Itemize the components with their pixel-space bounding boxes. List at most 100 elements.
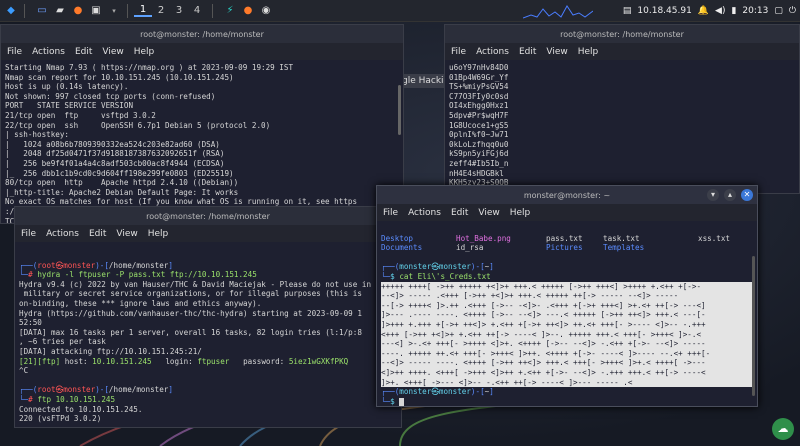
window-titlebar[interactable]: root@monster: /home/monster xyxy=(1,25,403,43)
terminal-output[interactable]: Desktop Hot_Babe.png pass.txt task.txt xss.t… xyxy=(377,221,757,406)
window-titlebar[interactable]: root@monster: /home/monster xyxy=(445,25,799,43)
output-line: 52:50 xyxy=(19,318,42,328)
workspace-1[interactable]: 1 xyxy=(134,4,152,17)
dropdown-icon[interactable]: ▾ xyxy=(107,2,121,20)
output-line: | 256 be9f4f01a4a4c8adf503cb00ac8f4944 (… xyxy=(5,158,225,168)
creds-output: +++++ ++++[ ->++ +++++ +<]>+ +++.< +++++… xyxy=(381,281,753,388)
ftp-output-line: Connected to 10.10.151.245. xyxy=(19,404,143,414)
menu-actions[interactable]: Actions xyxy=(408,208,441,218)
chat-icon[interactable]: ☁ xyxy=(772,418,794,440)
output-line: Host is up (0.14s latency). xyxy=(5,82,129,92)
ls-entry: Documents xyxy=(381,243,423,253)
output-line: OI4xEhgg0Hxz1 xyxy=(449,101,509,111)
workspace-4[interactable]: 4 xyxy=(188,5,206,16)
window-titlebar[interactable]: root@monster: /home/monster xyxy=(15,207,401,225)
output-line: | ssh-hostkey: xyxy=(5,130,70,140)
ip-address: 10.18.45.91 xyxy=(637,6,692,16)
output-line: --<]> ----- ----. <++++ [->++ ++<]> +++.… xyxy=(381,358,753,368)
output-line: Hydra v9.4 (c) 2022 by van Hauser/THC & … xyxy=(19,279,372,289)
ls-entry: pass.txt xyxy=(546,233,583,243)
output-line: 21/tcp open ftp vsftpd 3.0.2 xyxy=(5,110,156,120)
app-firefox-icon[interactable]: ● xyxy=(241,2,255,20)
scrollbar[interactable] xyxy=(752,256,755,396)
output-line: zeff4#Ib5Ib_n xyxy=(449,158,509,168)
window-title: root@monster: /home/monster xyxy=(146,211,270,221)
output-line: 0kLoLzfhqq0u0 xyxy=(449,139,509,149)
file-manager-icon[interactable]: ▰ xyxy=(53,2,67,20)
menu-bar: File Actions Edit View Help xyxy=(445,43,799,60)
terminal-window-keys[interactable]: root@monster: /home/monster File Actions… xyxy=(444,24,800,194)
terminal-window-hydra[interactable]: root@monster: /home/monster File Actions… xyxy=(14,206,402,428)
minimize-icon[interactable]: ▾ xyxy=(707,189,719,201)
menu-file[interactable]: File xyxy=(21,229,36,239)
terminal-output[interactable]: Starting Nmap 7.93 ( https://nmap.org ) … xyxy=(1,60,403,223)
show-desktop-icon[interactable]: ▭ xyxy=(35,2,49,20)
menu-view[interactable]: View xyxy=(478,208,499,218)
battery-icon[interactable]: ▮ xyxy=(731,6,736,16)
result-login: ftpuser xyxy=(197,356,230,366)
menu-view[interactable]: View xyxy=(102,47,123,57)
result-host-label: host: xyxy=(64,356,88,366)
terminal-window-monster[interactable]: monster@monster: ~ ▾ ▴ ✕ File Actions Ed… xyxy=(376,185,758,407)
result-port: [21][ftp] xyxy=(19,356,61,366)
terminal-output[interactable]: u6oY97nHv84D0 01Bp4W69Gr_Yf TS+%miyPsGV54 C… xyxy=(445,60,799,193)
scrollbar[interactable] xyxy=(398,85,401,135)
notifications-icon[interactable]: 🔔 xyxy=(698,6,709,16)
menu-edit[interactable]: Edit xyxy=(451,208,468,218)
terminal-window-nmap[interactable]: root@monster: /home/monster File Actions… xyxy=(0,24,404,224)
window-title: monster@monster: ~ xyxy=(523,190,611,200)
browser-icon[interactable]: ● xyxy=(71,2,85,20)
prompt-host: monster xyxy=(438,262,471,272)
close-icon[interactable]: ✕ xyxy=(741,189,753,201)
ls-entry: Pictures xyxy=(546,243,583,253)
menu-view[interactable]: View xyxy=(546,47,567,57)
workspace-2[interactable]: 2 xyxy=(152,5,170,16)
kali-menu-icon[interactable]: ◆ xyxy=(4,2,18,20)
volume-icon[interactable]: ◀) xyxy=(715,6,725,16)
output-line: <+++ [->++ +<]>+ +.<++ ++[-> ----< ]>--.… xyxy=(381,329,753,340)
app-camera-icon[interactable]: ◉ xyxy=(259,2,273,20)
app-task-icon[interactable]: ⚡ xyxy=(223,2,237,20)
output-line: 22/tcp open ssh OpenSSH 6.7p1 Debian 5 (… xyxy=(5,120,271,130)
output-line: ---<] >-.<+ +++[- >++++ <]>+. <++++ [->-… xyxy=(381,339,753,349)
menu-view[interactable]: View xyxy=(116,229,137,239)
output-line: --<]> ----- .<+++ [->++ +<]>+ +++.< ++++… xyxy=(381,291,753,301)
output-line: ]>+. <+++[ ->--- <]>-- -.<++ ++[-> ----<… xyxy=(381,377,753,388)
network-icon[interactable]: ▤ xyxy=(623,6,632,16)
menu-edit[interactable]: Edit xyxy=(75,47,92,57)
menu-file[interactable]: File xyxy=(451,47,466,57)
menu-help[interactable]: Help xyxy=(578,47,599,57)
output-line: u6oY97nHv84D0 xyxy=(449,63,509,72)
lock-icon[interactable]: ▢ xyxy=(774,6,783,16)
menu-bar: File Actions Edit View Help xyxy=(1,43,403,60)
output-line: [DATA] attacking ftp://10.10.151.245:21/ xyxy=(19,346,202,356)
window-titlebar[interactable]: monster@monster: ~ ▾ ▴ ✕ xyxy=(377,186,757,204)
output-line: |_ 256 dbb1c1b9cd0c9d604ff198e299fe0803 … xyxy=(5,168,234,178)
cursor xyxy=(399,397,405,406)
menu-help[interactable]: Help xyxy=(134,47,155,57)
output-line: kS9pn5yiFGj6d xyxy=(449,149,509,159)
menu-edit[interactable]: Edit xyxy=(89,229,106,239)
terminal-icon[interactable]: ▣ xyxy=(89,2,103,20)
menu-actions[interactable]: Actions xyxy=(46,229,79,239)
terminal-output[interactable]: ┌──(root㉿monster)-[/home/monster] └─# hy… xyxy=(15,242,401,427)
menu-file[interactable]: File xyxy=(7,47,22,57)
menu-actions[interactable]: Actions xyxy=(476,47,509,57)
command-cat: cat Eli\'s_Creds.txt xyxy=(399,271,491,281)
output-line: military or secret service organizations… xyxy=(19,289,362,299)
menu-actions[interactable]: Actions xyxy=(32,47,65,57)
command-hydra: hydra -l ftpuser -P pass.txt ftp://10.10… xyxy=(37,270,257,280)
output-line: --[-> ++++< ]>.++ .<+++ [->-- -<]>- .<++… xyxy=(381,300,753,311)
menu-file[interactable]: File xyxy=(383,208,398,218)
ls-entry: xss.txt xyxy=(698,233,731,243)
menu-help[interactable]: Help xyxy=(148,229,169,239)
power-icon[interactable]: ⏻ xyxy=(789,6,796,16)
clock[interactable]: 20:13 xyxy=(742,6,768,16)
output-line: nH4E4sHDGBkl xyxy=(449,168,504,178)
menu-edit[interactable]: Edit xyxy=(519,47,536,57)
interrupt: ^C xyxy=(19,366,29,376)
maximize-icon[interactable]: ▴ xyxy=(724,189,736,201)
output-line: Hydra (https://github.com/vanhauser-thc/… xyxy=(19,308,362,318)
menu-help[interactable]: Help xyxy=(510,208,531,218)
workspace-3[interactable]: 3 xyxy=(170,5,188,16)
